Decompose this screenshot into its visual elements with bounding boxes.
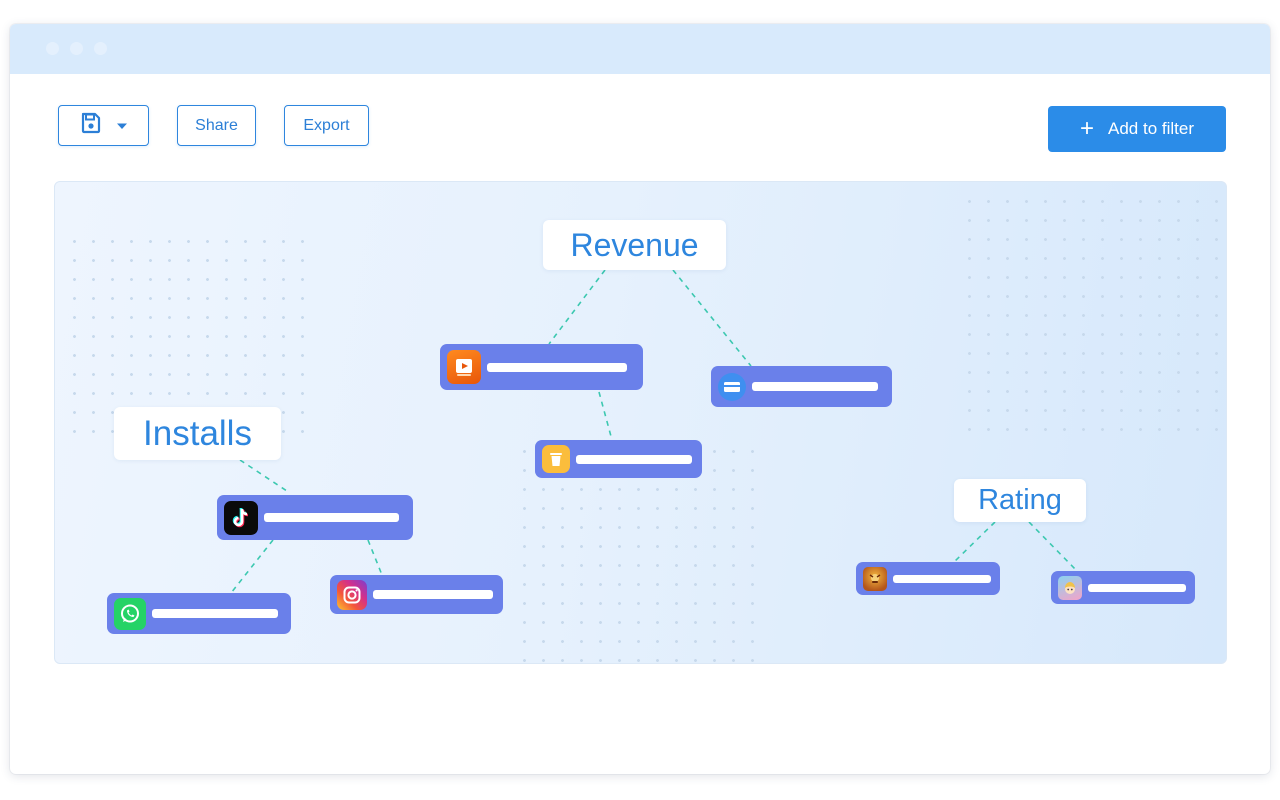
cartoon-game-app-icon: [1058, 575, 1082, 600]
link-tiktok-instagram: [367, 539, 383, 576]
share-button[interactable]: Share: [177, 105, 256, 146]
add-to-filter-button[interactable]: + Add to filter: [1048, 106, 1226, 152]
tiktok-app-icon: [224, 500, 258, 535]
revenue-label[interactable]: Revenue: [543, 220, 726, 270]
app-node-whatsapp[interactable]: [107, 593, 291, 634]
link-installs-tiktok: [239, 459, 291, 494]
app-name-placeholder: [752, 382, 878, 391]
link-tiktok-whatsapp: [230, 539, 274, 594]
app-node-tiktok[interactable]: [217, 495, 413, 540]
app-name-placeholder: [893, 574, 991, 583]
browser-window: Share Export + Add to filter Revenue Ins…: [10, 24, 1270, 774]
app-node-clash[interactable]: [856, 562, 1000, 595]
window-dot-maximize[interactable]: [94, 42, 107, 55]
caret-down-icon: [116, 117, 128, 135]
app-name-placeholder: [487, 362, 627, 372]
video-recovery-app-icon: [447, 350, 481, 384]
instagram-app-icon: [337, 579, 367, 610]
window-titlebar: [10, 24, 1270, 74]
app-name-placeholder: [576, 454, 692, 464]
card-app-icon: [718, 372, 746, 401]
plus-icon: +: [1079, 115, 1094, 142]
window-dot-close[interactable]: [46, 42, 59, 55]
app-node-trash[interactable]: [535, 440, 702, 478]
app-node-video-recovery[interactable]: [440, 344, 643, 390]
link-rating-cartoon: [1028, 521, 1078, 572]
link-revenue-video: [548, 269, 606, 345]
whatsapp-app-icon: [114, 597, 146, 630]
app-node-card[interactable]: [711, 366, 892, 407]
app-name-placeholder: [152, 609, 278, 618]
link-video-trash: [598, 391, 613, 441]
installs-label[interactable]: Installs: [114, 407, 281, 460]
clash-game-app-icon: [863, 566, 887, 591]
app-node-instagram[interactable]: [330, 575, 503, 614]
trash-app-icon: [542, 445, 570, 473]
window-dot-minimize[interactable]: [70, 42, 83, 55]
rating-label[interactable]: Rating: [954, 479, 1086, 522]
floppy-disk-icon: [80, 112, 102, 139]
app-name-placeholder: [264, 513, 399, 522]
link-rating-clash: [951, 521, 996, 565]
app-node-cartoon[interactable]: [1051, 571, 1195, 604]
add-to-filter-label: Add to filter: [1108, 119, 1194, 138]
save-dropdown-button[interactable]: [58, 105, 149, 146]
graph-canvas: Revenue Installs Rating: [54, 181, 1227, 664]
app-name-placeholder: [373, 590, 493, 599]
export-button[interactable]: Export: [284, 105, 369, 146]
app-name-placeholder: [1088, 583, 1186, 592]
link-revenue-card: [672, 269, 752, 367]
